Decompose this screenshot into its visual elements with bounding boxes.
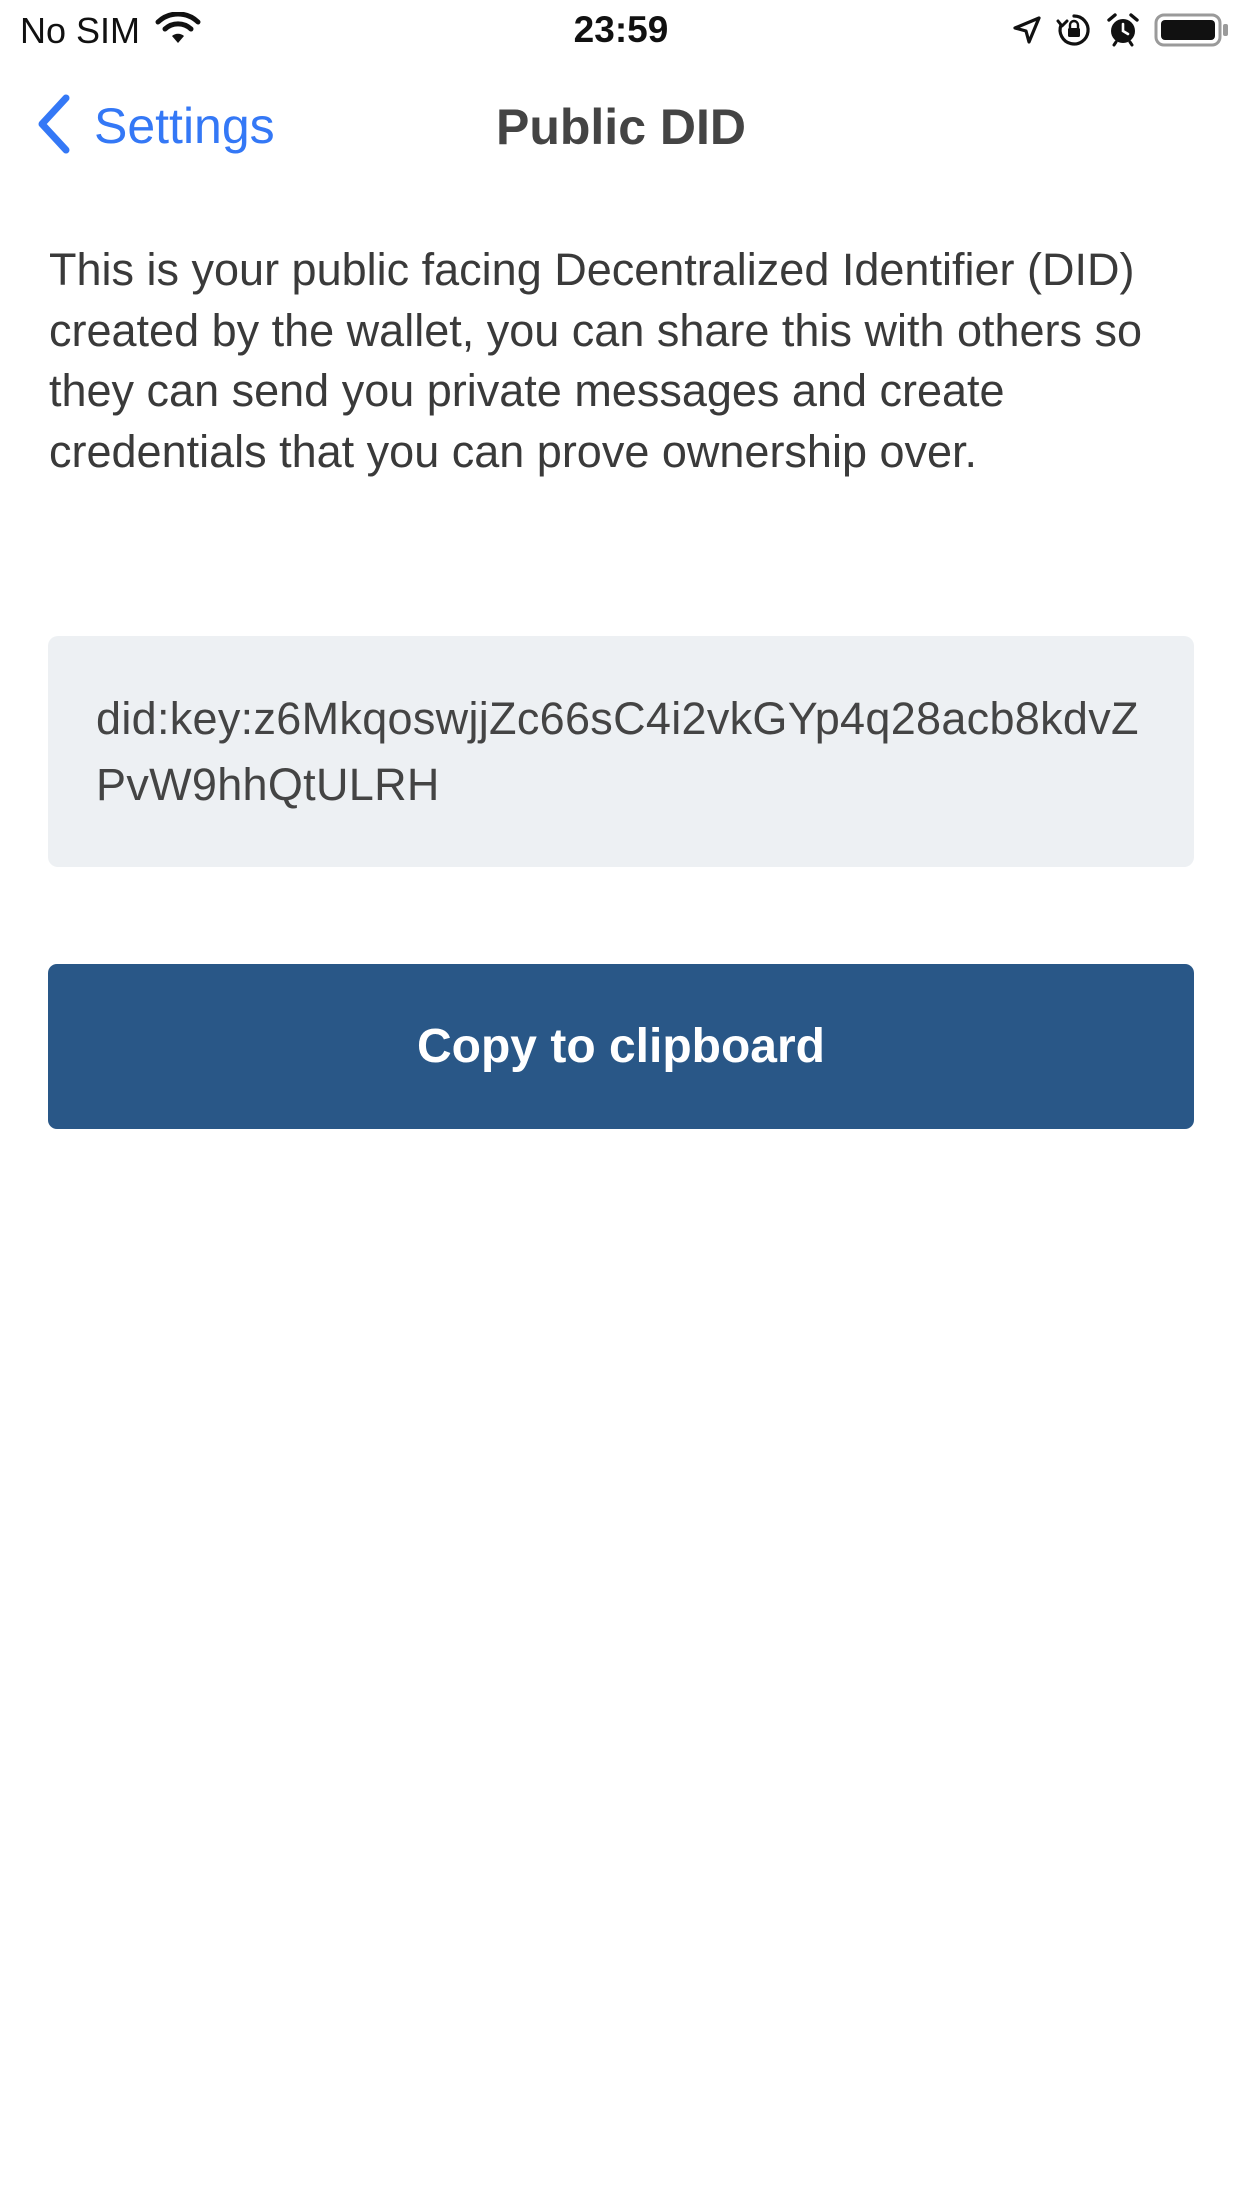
navigation-bar: Settings Public DID: [0, 80, 1242, 172]
copy-to-clipboard-button[interactable]: Copy to clipboard: [48, 964, 1194, 1129]
orientation-lock-icon: [1056, 12, 1092, 48]
page-title: Public DID: [495, 99, 747, 155]
status-bar: No SIM 23:59: [0, 0, 1242, 60]
did-description: This is your public facing Decentralized…: [49, 244, 1143, 477]
did-display-box: did:key:z6MkqoswjjZc66sC4i2vkGYp4q28acb8…: [48, 636, 1194, 867]
location-arrow-icon: [1012, 15, 1042, 45]
battery-icon: [1154, 12, 1230, 48]
did-value: did:key:z6MkqoswjjZc66sC4i2vkGYp4q28acb8…: [96, 693, 1139, 810]
alarm-icon: [1106, 12, 1140, 48]
status-icons: [1012, 12, 1230, 48]
